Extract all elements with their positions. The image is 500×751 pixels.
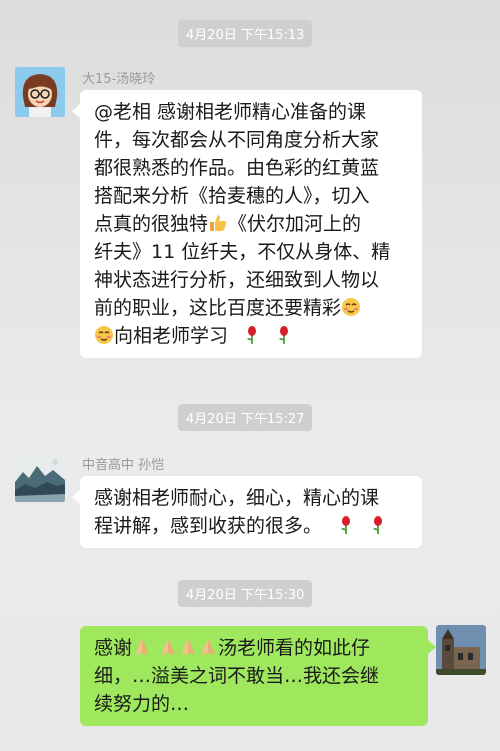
message-line: 向相老师学习 (94, 322, 408, 350)
message-line: @老相 感谢相老师精心准备的课 (94, 101, 367, 123)
rose-icon (373, 516, 383, 534)
message-line: 细，…溢美之词不敢当…我还会继 (94, 665, 380, 687)
thumbs-up-icon (210, 215, 227, 231)
rose-icon (279, 326, 289, 344)
message-line: 感谢相老师耐心，细心，精心的课 (94, 487, 380, 509)
praying-hands-icon (202, 639, 215, 655)
blush-emoji-icon (342, 298, 361, 316)
timestamp: 4月20日 下午15:27 (178, 404, 313, 431)
sender-name: 大15-汤晓玲 (82, 72, 156, 87)
message-line: 程讲解，感到收获的很多。 (94, 512, 408, 540)
rose-icon (247, 326, 257, 344)
building-photo-avatar-icon (436, 625, 486, 675)
praying-hands-icon (182, 639, 195, 655)
rose-icon (341, 516, 351, 534)
message-line: 前的职业，这比百度还要精彩 (94, 294, 408, 322)
avatar[interactable] (15, 67, 65, 117)
message-line-text: 汤老师看的如此仔 (218, 637, 371, 659)
cartoon-girl-avatar-icon (15, 67, 65, 117)
message-line: 件，每次都会从不同角度分析大家 (94, 129, 380, 151)
message-bubble[interactable]: 感谢相老师耐心，细心，精心的课 程讲解，感到收获的很多。 (72, 476, 422, 548)
avatar[interactable] (436, 625, 486, 675)
timestamp: 4月20日 下午15:30 (178, 580, 313, 607)
praying-hands-icon (136, 639, 149, 655)
avatar[interactable] (15, 452, 65, 502)
message-line-text: 《伏尔加河上的 (228, 213, 362, 235)
sender-name: 中音高中 孙恺 (82, 458, 165, 473)
message-line: 都很熟悉的作品。由色彩的红黄蓝 (94, 157, 380, 179)
message-line-text: 前的职业，这比百度还要精彩 (94, 297, 342, 319)
landscape-painting-avatar-icon (15, 452, 65, 502)
message-line: 神状态进行分析，还细致到人物以 (94, 269, 380, 291)
message-bubble[interactable]: @老相 感谢相老师精心准备的课 件，每次都会从不同角度分析大家 都很熟悉的作品。… (72, 90, 422, 358)
praying-hands-icon (162, 639, 175, 655)
message-line: 点真的很独特 《伏尔加河上的 (94, 210, 408, 238)
message-line: 续努力的… (94, 693, 190, 715)
message-line-text: 感谢 (94, 637, 133, 659)
message-line: 纤夫》11 位纤夫，不仅从身体、精 (94, 241, 391, 263)
timestamp: 4月20日 下午15:13 (178, 20, 313, 47)
message-line: 感谢 汤老师看的如此仔 (94, 634, 414, 662)
message-line: 搭配来分析《拾麦穗的人》，切入 (94, 185, 370, 207)
message-line-text: 点真的很独特 (94, 213, 209, 235)
message-bubble[interactable]: 感谢 汤老师看的如此仔 细，…溢美之词不敢当…我还会继 续努力的… (80, 626, 436, 726)
message-line-text: 程讲解，感到收获的很多。 (94, 515, 323, 537)
blush-emoji-icon (95, 326, 113, 344)
message-line-text: 向相老师学习 (114, 325, 229, 347)
